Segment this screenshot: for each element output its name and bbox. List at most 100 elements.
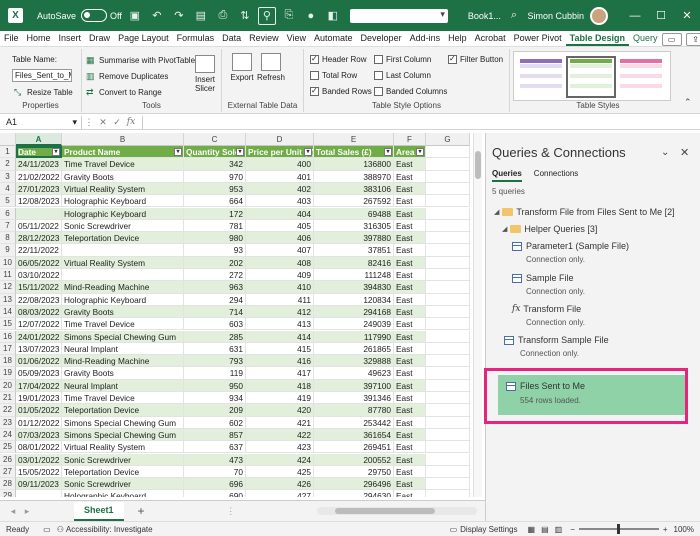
- table-cell[interactable]: 963: [184, 281, 246, 294]
- tab-home[interactable]: Home: [23, 31, 55, 46]
- banded-rows-checkbox[interactable]: Banded Rows: [310, 86, 372, 96]
- table-cell[interactable]: 294: [184, 293, 246, 306]
- table-cell[interactable]: 419: [246, 392, 314, 405]
- summarise-pivot-button[interactable]: ▦ Summarise with PivotTable: [86, 55, 195, 65]
- table-cell[interactable]: 209: [184, 404, 246, 417]
- table-cell[interactable]: 07/03/2023: [16, 428, 62, 442]
- tab-connections[interactable]: Connections: [534, 169, 578, 182]
- table-cell[interactable]: 420: [246, 404, 314, 417]
- table-cell[interactable]: 70: [184, 465, 246, 479]
- tab-data[interactable]: Data: [218, 31, 245, 46]
- table-cell[interactable]: 690: [184, 490, 246, 497]
- row-number[interactable]: 9: [0, 244, 16, 257]
- normal-view-icon[interactable]: ▦: [528, 525, 536, 534]
- table-cell[interactable]: 93: [184, 244, 246, 257]
- empty-cell[interactable]: [426, 232, 470, 245]
- table-cell[interactable]: 49623: [314, 367, 394, 380]
- row-number[interactable]: 26: [0, 453, 16, 466]
- table-cell[interactable]: Neural Implant: [62, 379, 184, 392]
- table-cell[interactable]: 970: [184, 170, 246, 183]
- empty-cell[interactable]: [426, 355, 470, 368]
- undo-icon[interactable]: ↶: [148, 7, 166, 25]
- table-cell[interactable]: 69488: [314, 207, 394, 220]
- tab-view[interactable]: View: [283, 31, 310, 46]
- table-cell[interactable]: 404: [246, 207, 314, 220]
- table-cell[interactable]: 412: [246, 305, 314, 319]
- row-number[interactable]: 12: [0, 281, 16, 294]
- table-cell[interactable]: 416: [246, 355, 314, 368]
- zoom-out-icon[interactable]: −: [570, 525, 575, 534]
- table-cell[interactable]: 05/11/2022: [16, 219, 62, 233]
- header-row-checkbox[interactable]: Header Row: [310, 54, 366, 64]
- table-cell[interactable]: 24/01/2022: [16, 330, 62, 343]
- table-cell[interactable]: East: [394, 281, 426, 294]
- filter-dropdown-icon[interactable]: ▾: [236, 148, 244, 156]
- empty-cell[interactable]: [426, 158, 470, 171]
- table-cell[interactable]: Virtual Reality System: [62, 182, 184, 196]
- row-number[interactable]: 19: [0, 367, 16, 380]
- empty-cell[interactable]: [426, 195, 470, 208]
- table-cell[interactable]: East: [394, 478, 426, 491]
- row-number[interactable]: 4: [0, 182, 16, 196]
- column-header-a[interactable]: A: [16, 133, 62, 146]
- query-transform-sample-file[interactable]: Transform Sample File: [504, 335, 609, 345]
- row-number[interactable]: 23: [0, 416, 16, 429]
- query-group-transform-file[interactable]: ◢ Transform File from Files Sent to Me [2…: [494, 207, 675, 217]
- row-number[interactable]: 13: [0, 293, 16, 306]
- header-cell[interactable]: Product Name ▾: [62, 146, 184, 159]
- table-cell[interactable]: 413: [246, 318, 314, 331]
- tab-formulas[interactable]: Formulas: [173, 31, 219, 46]
- empty-cell[interactable]: [426, 416, 470, 429]
- table-cell[interactable]: 411: [246, 293, 314, 306]
- table-cell[interactable]: 410: [246, 281, 314, 294]
- table-cell[interactable]: 12/07/2022: [16, 318, 62, 331]
- filter-dropdown-icon[interactable]: ▾: [384, 148, 392, 156]
- table-cell[interactable]: 200552: [314, 453, 394, 466]
- table-cell[interactable]: 383106: [314, 182, 394, 196]
- table-cell[interactable]: East: [394, 158, 426, 171]
- table-cell[interactable]: 01/06/2022: [16, 355, 62, 368]
- table-cell[interactable]: [16, 490, 62, 497]
- table-cell[interactable]: East: [394, 195, 426, 208]
- table-cell[interactable]: 953: [184, 182, 246, 196]
- row-number[interactable]: 17: [0, 342, 16, 356]
- table-cell[interactable]: Gravity Boots: [62, 367, 184, 380]
- table-cell[interactable]: 342: [184, 158, 246, 171]
- table-name-input[interactable]: Files_Sent_to_Me: [12, 69, 72, 82]
- column-header-c[interactable]: C: [184, 133, 246, 146]
- scroll-thumb[interactable]: [475, 151, 481, 179]
- table-cell[interactable]: 409: [246, 269, 314, 282]
- row-number[interactable]: 1: [0, 146, 16, 159]
- table-cell[interactable]: East: [394, 465, 426, 479]
- table-cell[interactable]: [62, 244, 184, 257]
- add-sheet-icon[interactable]: +: [138, 504, 145, 518]
- empty-cell[interactable]: [426, 367, 470, 380]
- table-cell[interactable]: 408: [246, 256, 314, 269]
- enter-icon[interactable]: ✓: [110, 117, 124, 128]
- filter-dropdown-icon[interactable]: ▾: [304, 148, 312, 156]
- table-cell[interactable]: 05/09/2023: [16, 367, 62, 380]
- spreadsheet-grid[interactable]: ABCDEFG 1 Date ▾ Product Name ▾ Quantity Sold…: [0, 133, 470, 497]
- style-swatch-pink[interactable]: [618, 58, 664, 96]
- table-cell[interactable]: 427: [246, 490, 314, 497]
- table-cell[interactable]: 424: [246, 453, 314, 466]
- convert-to-range-button[interactable]: ⇄ Convert to Range: [86, 87, 162, 97]
- tab-table-design[interactable]: Table Design: [565, 31, 630, 46]
- table-cell[interactable]: 401: [246, 170, 314, 183]
- column-header-g[interactable]: G: [426, 133, 470, 146]
- row-number[interactable]: 29: [0, 490, 16, 497]
- table-cell[interactable]: 253442: [314, 416, 394, 429]
- next-sheet-icon[interactable]: ▸: [20, 506, 34, 517]
- table-cell[interactable]: East: [394, 305, 426, 319]
- table-cell[interactable]: East: [394, 367, 426, 380]
- table-cell[interactable]: Holographic Keyboard: [62, 293, 184, 306]
- style-swatch-green[interactable]: [566, 56, 616, 98]
- table-cell[interactable]: Sonic Screwdriver: [62, 478, 184, 491]
- select-all-corner[interactable]: [0, 133, 16, 146]
- table-cell[interactable]: Teleportation Device: [62, 232, 184, 245]
- table-cell[interactable]: 473: [184, 453, 246, 466]
- table-cell[interactable]: 01/12/2022: [16, 416, 62, 429]
- refresh-button[interactable]: Refresh: [256, 53, 286, 82]
- quick-access-dropdown[interactable]: [349, 8, 448, 23]
- row-number[interactable]: 28: [0, 478, 16, 491]
